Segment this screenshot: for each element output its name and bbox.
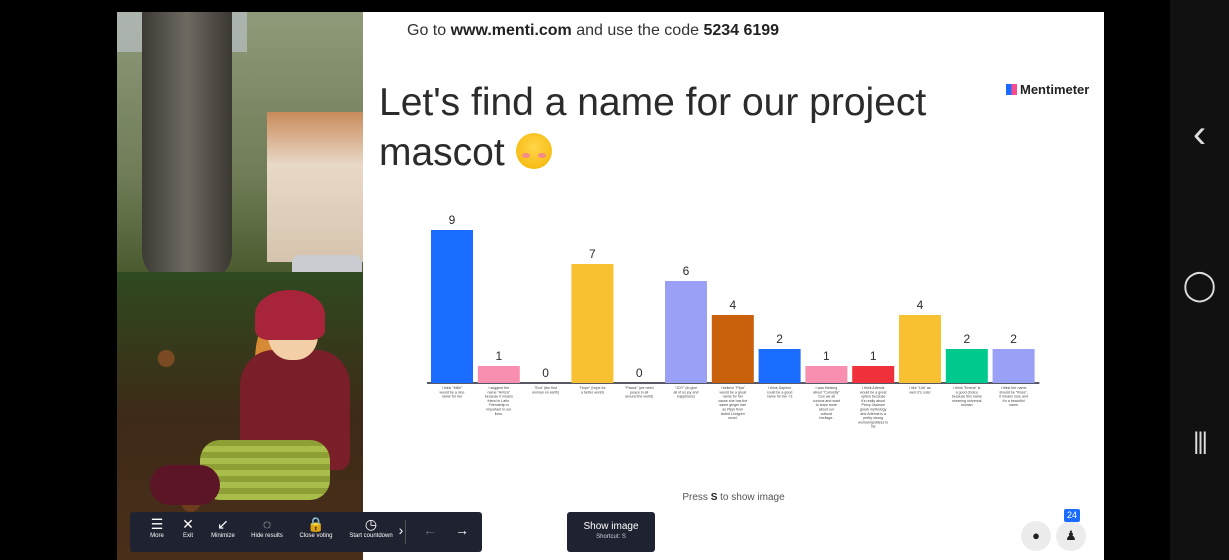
chart-category-label: "Hope" (hope for a better world)	[579, 386, 606, 394]
person-icon: ♟	[1065, 528, 1077, 543]
chart-bar	[992, 349, 1035, 383]
chart-bar	[805, 366, 848, 383]
chart-bar	[758, 349, 801, 383]
chart-value-label: 6	[683, 264, 690, 278]
home-button[interactable]: ◯	[1170, 268, 1229, 303]
show-image-label: Show image	[583, 521, 639, 532]
timer-icon: ◷	[364, 516, 378, 532]
chart-value-label: 4	[917, 298, 924, 312]
recent-apps-button[interactable]: |||	[1170, 428, 1229, 456]
chart-value-label: 1	[495, 349, 502, 363]
chart-value-label: 2	[1010, 332, 1017, 346]
chart-value-label: 1	[823, 349, 830, 363]
chart-category-label: I think "Emma" is a good choice because th…	[952, 386, 982, 407]
show-image-hint: Press S to show image	[363, 492, 1104, 503]
hide-results-label: Hide results	[251, 533, 283, 539]
show-image-button[interactable]: Show image Shortcut: S	[567, 512, 655, 552]
chart-bar	[852, 366, 895, 383]
chart-bar	[665, 281, 707, 383]
chart-value-label: 2	[776, 332, 783, 346]
chart-value-label: 9	[449, 213, 456, 227]
chart-category-label: I was thinking about "Curiosity" 'Cos we a…	[813, 386, 841, 420]
chart-category-label: I suggest the name "Amiza" because it mean…	[485, 386, 513, 416]
close-voting-button[interactable]: 🔒 Close voting	[294, 516, 338, 541]
close-voting-label: Close voting	[299, 533, 333, 539]
android-navigation-bar: ‹ ◯ |||	[1170, 0, 1229, 560]
photo-building	[267, 112, 363, 262]
chart-bar	[477, 366, 520, 383]
start-countdown-label: Start countdown	[349, 533, 393, 539]
chart-bar	[431, 230, 473, 383]
chart-value-label: 4	[729, 298, 736, 312]
chart-value-label: 2	[963, 332, 970, 346]
participants-count-badge: 24	[1064, 509, 1080, 522]
exit-label: Exit	[182, 533, 193, 539]
chart-value-label: 1	[870, 349, 877, 363]
doll-legs	[200, 440, 330, 500]
chart-value-label: 7	[589, 247, 596, 261]
start-countdown-button[interactable]: ◷ Start countdown	[344, 516, 398, 541]
toolbar-divider	[405, 520, 406, 544]
previous-slide-arrow[interactable]: ←	[420, 522, 440, 538]
chart-category-label: "Eva" (the first woman on earth)	[532, 386, 559, 394]
menu-icon: ☰	[150, 516, 164, 532]
back-button[interactable]: ‹	[1170, 112, 1229, 157]
chart-value-label: 0	[636, 366, 643, 380]
minimize-icon: ↙	[217, 516, 229, 532]
press-suffix: to show image	[717, 492, 785, 503]
presentation-slide: Go to www.menti.com and use the code 523…	[363, 12, 1104, 560]
chart-category-label: I think "Mille" would be a nice name for h…	[440, 386, 465, 399]
more-button[interactable]: ☰ More	[144, 516, 170, 541]
results-bar-chart: 9 I think "Mille" would be a nice name for …	[427, 213, 1040, 429]
chart-bar	[711, 315, 754, 383]
participants-button[interactable]: ♟	[1056, 521, 1086, 551]
show-image-shortcut: Shortcut: S	[596, 534, 626, 540]
chat-bubble-icon: ●	[1032, 528, 1040, 543]
chart-category-label: "JOY" (to give all of us joy and happiness…	[674, 386, 699, 399]
minimize-label: Minimize	[211, 533, 235, 539]
chart-bar	[945, 349, 988, 383]
chart-category-label: I like "Lila" as well, it's cute!	[909, 386, 931, 394]
eye-off-icon: ◌	[262, 516, 272, 532]
chart-category-label: I believe "Pipa" would be a great name for…	[718, 386, 747, 420]
chart-category-label: I think Daphne could be a good name for he…	[767, 386, 793, 399]
hide-results-button[interactable]: ◌ Hide results	[246, 516, 288, 541]
chart-category-label: "Pacea" (we need peace in all around the w…	[625, 386, 654, 399]
minimize-button[interactable]: ↙ Minimize	[206, 516, 240, 541]
press-prefix: Press	[682, 492, 711, 503]
chart-category-label: I think her name should be "Rose", it mean…	[999, 386, 1028, 407]
close-icon: ✕	[182, 516, 194, 532]
doll-hat	[255, 290, 325, 340]
next-slide-arrow[interactable]: →	[452, 522, 472, 538]
chat-button[interactable]: ●	[1021, 521, 1051, 551]
lock-icon: 🔒	[307, 516, 325, 532]
photo-tree-trunk	[142, 12, 232, 282]
exit-button[interactable]: ✕ Exit	[175, 516, 201, 541]
chart-bar	[571, 264, 614, 383]
presenter-toolbar: ☰ More ✕ Exit ↙ Minimize ◌ Hide results …	[130, 512, 482, 552]
chart-bar	[899, 315, 941, 383]
chart-value-label: 0	[542, 366, 549, 380]
doll-shoe	[150, 465, 220, 505]
more-label: More	[150, 533, 164, 539]
chart-category-label: I think Artemis would be a great option be…	[858, 386, 888, 429]
